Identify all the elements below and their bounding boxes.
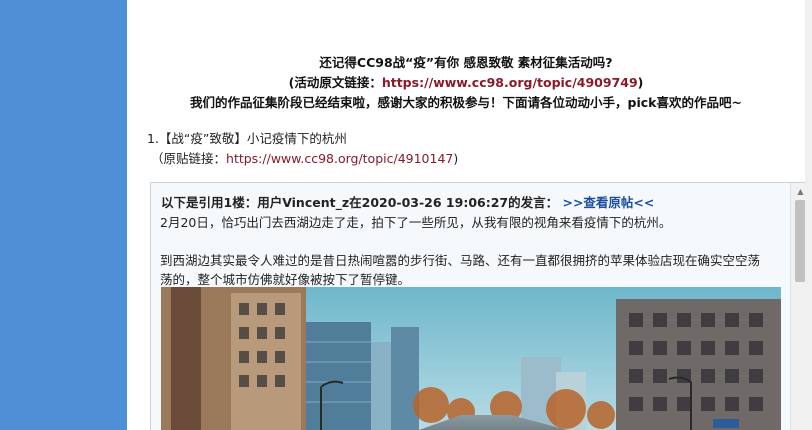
quote-scrollbar[interactable]: ▲ xyxy=(790,183,805,430)
entry-link-prefix: （原贴链接： xyxy=(151,151,227,166)
scroll-up-arrow-icon[interactable]: ▲ xyxy=(791,183,805,200)
quote-paragraph-2-line-1: 到西湖边其实最令人难过的是昔日热闹喧嚣的步行街、马路、还有一直都很拥挤的苹果体验… xyxy=(160,253,761,268)
quote-paragraph-2-line-2: 荡的，整个城市仿佛就好像被按下了暂停键。 xyxy=(160,272,411,287)
hangzhou-street-photo xyxy=(161,287,781,430)
entry-original-link[interactable]: https://www.cc98.org/topic/4910147 xyxy=(226,151,453,166)
right-edge-bar xyxy=(805,0,812,430)
announcement-line-2: (活动原文链接：https://www.cc98.org/topic/49097… xyxy=(127,72,805,91)
entry-link-suffix: ) xyxy=(453,151,459,166)
quote-paragraph-1: 2月20日，恰巧出门去西湖边走了走，拍下了一些所见，从我有限的视角来看疫情下的杭… xyxy=(160,215,672,230)
announcement-line-3: 我们的作品征集阶段已经结束啦，感谢大家的积极参与！下面请各位动动小手，pick喜… xyxy=(190,95,742,110)
announcement-link-prefix: (活动原文链接： xyxy=(288,75,382,90)
announcement-line-1: 还记得CC98战“疫”有你 感恩致敬 素材征集活动吗? xyxy=(319,55,613,70)
scrollbar-thumb[interactable] xyxy=(795,200,805,282)
quote-box: 以下是引用1楼：用户Vincent_z在2020-03-26 19:06:27的… xyxy=(150,182,805,430)
left-sidebar-background xyxy=(0,0,127,430)
activity-original-link[interactable]: https://www.cc98.org/topic/4909749 xyxy=(382,75,638,90)
entry-title: 1.【战“疫”致敬】小记疫情下的杭州 xyxy=(147,131,347,146)
announcement-link-suffix: ) xyxy=(637,75,644,90)
quote-header-text: 以下是引用1楼：用户Vincent_z在2020-03-26 19:06:27的… xyxy=(161,195,559,210)
entry-link-line: （原贴链接：https://www.cc98.org/topic/4910147… xyxy=(151,148,458,167)
street-photo-illustration xyxy=(161,287,781,430)
post-content: 还记得CC98战“疫”有你 感恩致敬 素材征集活动吗? (活动原文链接：http… xyxy=(127,0,805,430)
quote-header: 以下是引用1楼：用户Vincent_z在2020-03-26 19:06:27的… xyxy=(161,192,654,211)
view-original-post-link[interactable]: >>查看原帖<< xyxy=(562,195,654,210)
